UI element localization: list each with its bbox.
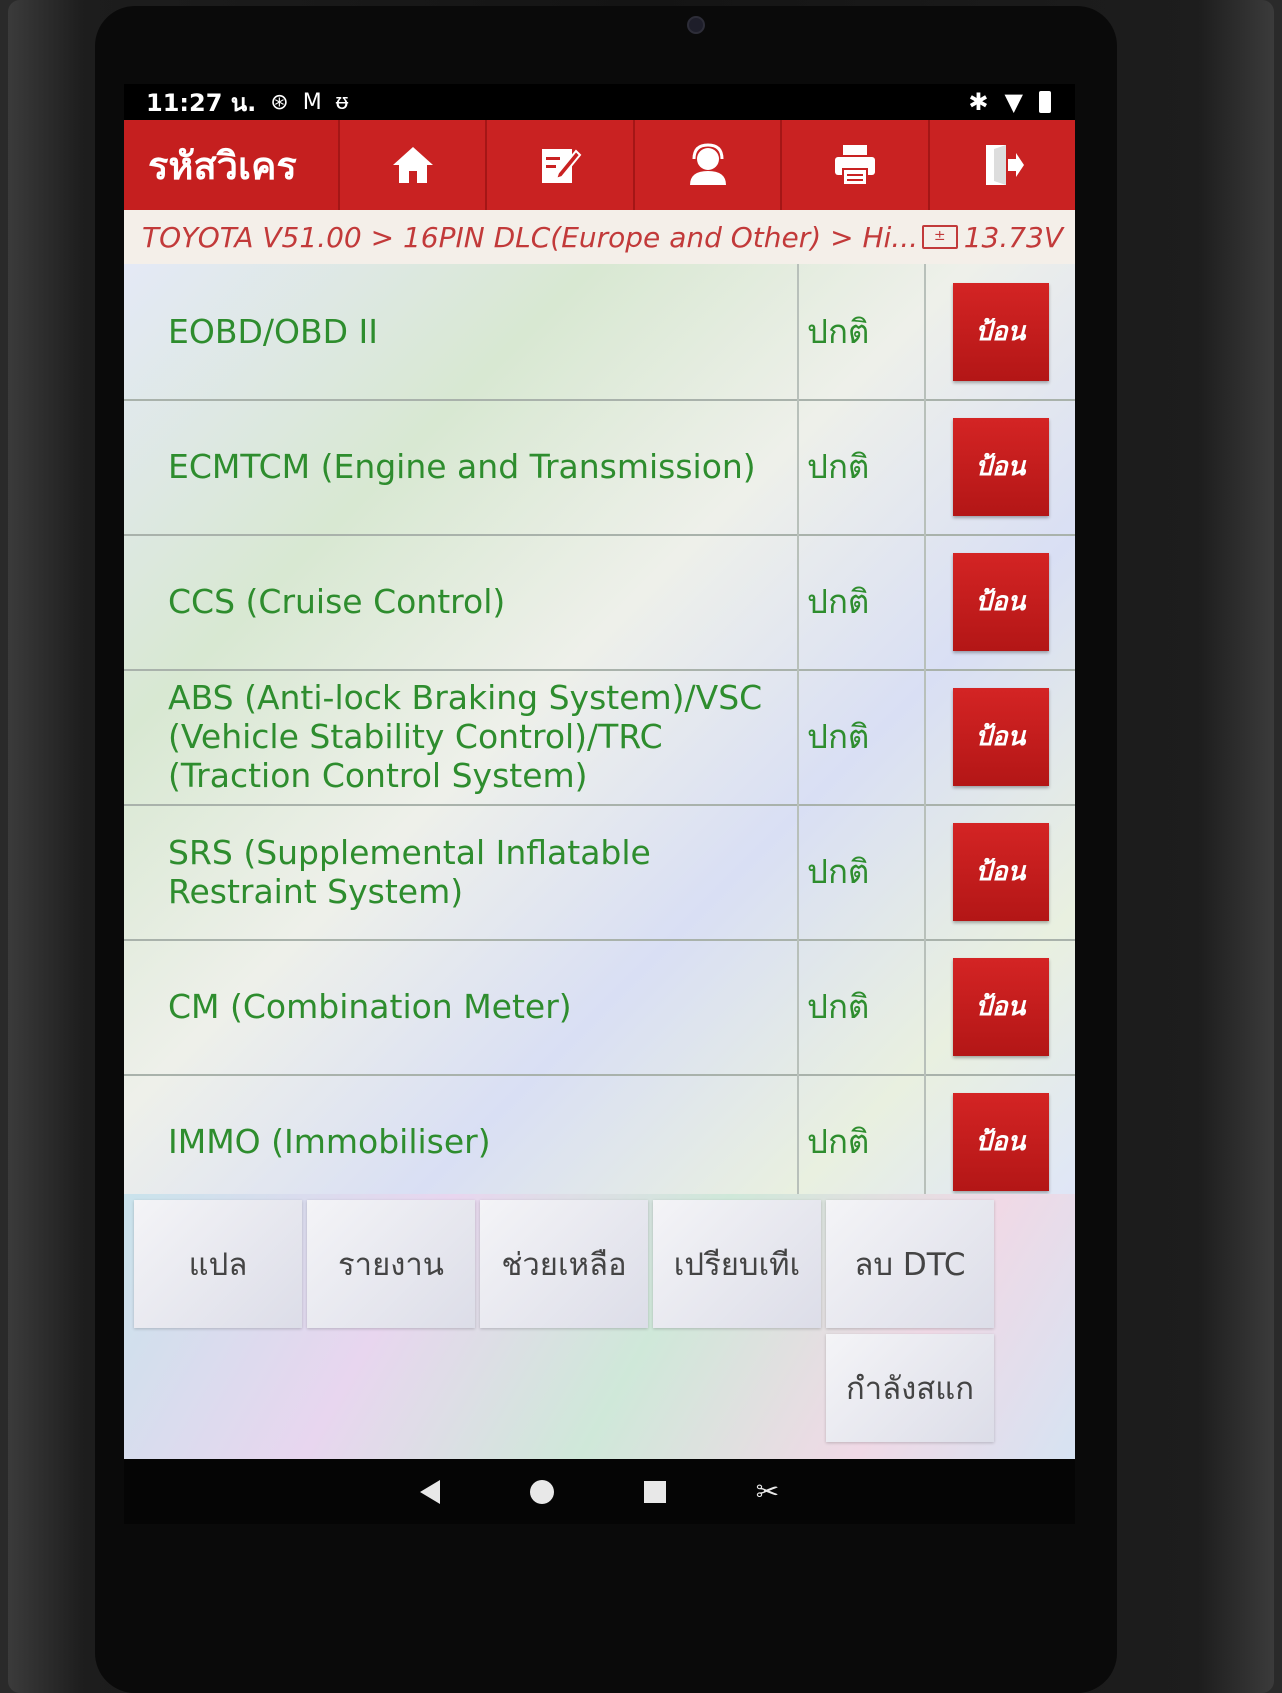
enter-cell: ป้อน	[926, 534, 1075, 669]
system-row: EOBD/OBD II ปกติ ป้อน	[124, 264, 1075, 401]
home-button[interactable]	[338, 120, 486, 210]
gmail-icon: M	[302, 89, 322, 115]
breadcrumb: TOYOTA V51.00 > 16PIN DLC(Europe and Oth…	[124, 210, 1075, 264]
enter-cell: ป้อน	[926, 939, 1075, 1074]
system-name: CCS (Cruise Control)	[124, 534, 799, 669]
back-icon[interactable]	[419, 1479, 440, 1504]
help-button[interactable]: ช่วยเหลือ	[480, 1200, 648, 1328]
system-name: SRS (Supplemental Inflatable Restraint S…	[124, 804, 799, 939]
system-status: ปกติ	[799, 399, 926, 534]
translate-button[interactable]: แปล	[134, 1200, 302, 1328]
app-header: รหัสวิเคร	[124, 120, 1075, 210]
status-time: 11:27 น.	[146, 88, 257, 117]
system-row: ABS (Anti-lock Braking System)/VSC (Vehi…	[124, 669, 1075, 806]
exit-icon	[986, 145, 1025, 185]
clear-dtc-button[interactable]: ลบ DTC	[826, 1200, 994, 1328]
system-name: IMMO (Immobiliser)	[124, 1074, 799, 1194]
system-row: ECMTCM (Engine and Transmission) ปกติ ป้…	[124, 399, 1075, 536]
user-support-icon	[689, 143, 726, 185]
system-row: IMMO (Immobiliser) ปกติ ป้อน	[124, 1074, 1075, 1194]
edit-icon	[542, 149, 582, 183]
enter-button[interactable]: ป้อน	[952, 687, 1049, 786]
compare-button[interactable]: เปรียบเทีเ	[653, 1200, 821, 1328]
wifi-icon: ▼	[1004, 88, 1023, 116]
home-icon	[392, 147, 433, 183]
bluetooth-icon: ✱	[968, 88, 989, 116]
system-status: ปกติ	[799, 1074, 926, 1194]
enter-button[interactable]: ป้อน	[952, 822, 1049, 921]
system-row: CM (Combination Meter) ปกติ ป้อน	[124, 939, 1075, 1076]
home-nav-icon[interactable]	[529, 1479, 554, 1504]
scanning-button[interactable]: กำลังสแก	[826, 1334, 994, 1442]
edit-button[interactable]	[485, 120, 633, 210]
system-name: EOBD/OBD II	[124, 264, 799, 399]
diagnostic-icon: ᵿ	[335, 90, 349, 115]
recents-icon[interactable]	[643, 1480, 666, 1503]
system-name: ECMTCM (Engine and Transmission)	[124, 399, 799, 534]
system-name: CM (Combination Meter)	[124, 939, 799, 1074]
camera	[687, 16, 705, 34]
system-status: ปกติ	[799, 534, 926, 669]
voltage-value: 13.73V	[963, 220, 1063, 254]
enter-button[interactable]: ป้อน	[952, 282, 1049, 381]
status-bar: 11:27 น. ⊛ M ᵿ ✱ ▼	[124, 84, 1075, 120]
report-button[interactable]: รายงาน	[307, 1200, 475, 1328]
enter-button[interactable]: ป้อน	[952, 552, 1049, 651]
user-support-button[interactable]	[632, 120, 781, 210]
system-name: ABS (Anti-lock Braking System)/VSC (Vehi…	[124, 669, 799, 804]
page-title: รหัสวิเคร	[148, 143, 297, 188]
breadcrumb-path: TOYOTA V51.00 > 16PIN DLC(Europe and Oth…	[142, 220, 918, 254]
enter-button[interactable]: ป้อน	[952, 417, 1049, 516]
system-status: ปกติ	[799, 669, 926, 804]
print-button[interactable]	[780, 120, 928, 210]
print-icon	[834, 145, 875, 186]
status-right: ✱ ▼	[968, 88, 1051, 116]
enter-cell: ป้อน	[926, 669, 1075, 804]
enter-cell: ป้อน	[926, 1074, 1075, 1194]
sync-icon: ⊛	[270, 89, 289, 115]
system-row: CCS (Cruise Control) ปกติ ป้อน	[124, 534, 1075, 671]
system-status: ปกติ	[799, 804, 926, 939]
exit-button[interactable]	[927, 120, 1075, 210]
enter-button[interactable]: ป้อน	[952, 957, 1049, 1056]
system-row: SRS (Supplemental Inflatable Restraint S…	[124, 804, 1075, 941]
enter-cell: ป้อน	[926, 804, 1075, 939]
voltage-readout: ± 13.73V	[921, 220, 1063, 254]
system-status: ปกติ	[799, 939, 926, 1074]
car-battery-icon: ±	[921, 225, 958, 249]
function-panel: แปล รายงาน ช่วยเหลือ เปรียบเทีเ ลบ DTC ก…	[124, 1194, 1075, 1459]
screenshot-icon[interactable]: ✂	[756, 1475, 779, 1508]
enter-cell: ป้อน	[926, 264, 1075, 399]
enter-button[interactable]: ป้อน	[952, 1092, 1049, 1191]
screen: 11:27 น. ⊛ M ᵿ ✱ ▼ รหัสวิเคร TOYOTA V51.…	[124, 84, 1075, 1524]
android-nav-bar: ✂	[124, 1459, 1075, 1524]
enter-cell: ป้อน	[926, 399, 1075, 534]
battery-icon	[1039, 91, 1051, 113]
system-list[interactable]: EOBD/OBD II ปกติ ป้อน ECMTCM (Engine and…	[124, 264, 1075, 1194]
system-status: ปกติ	[799, 264, 926, 399]
